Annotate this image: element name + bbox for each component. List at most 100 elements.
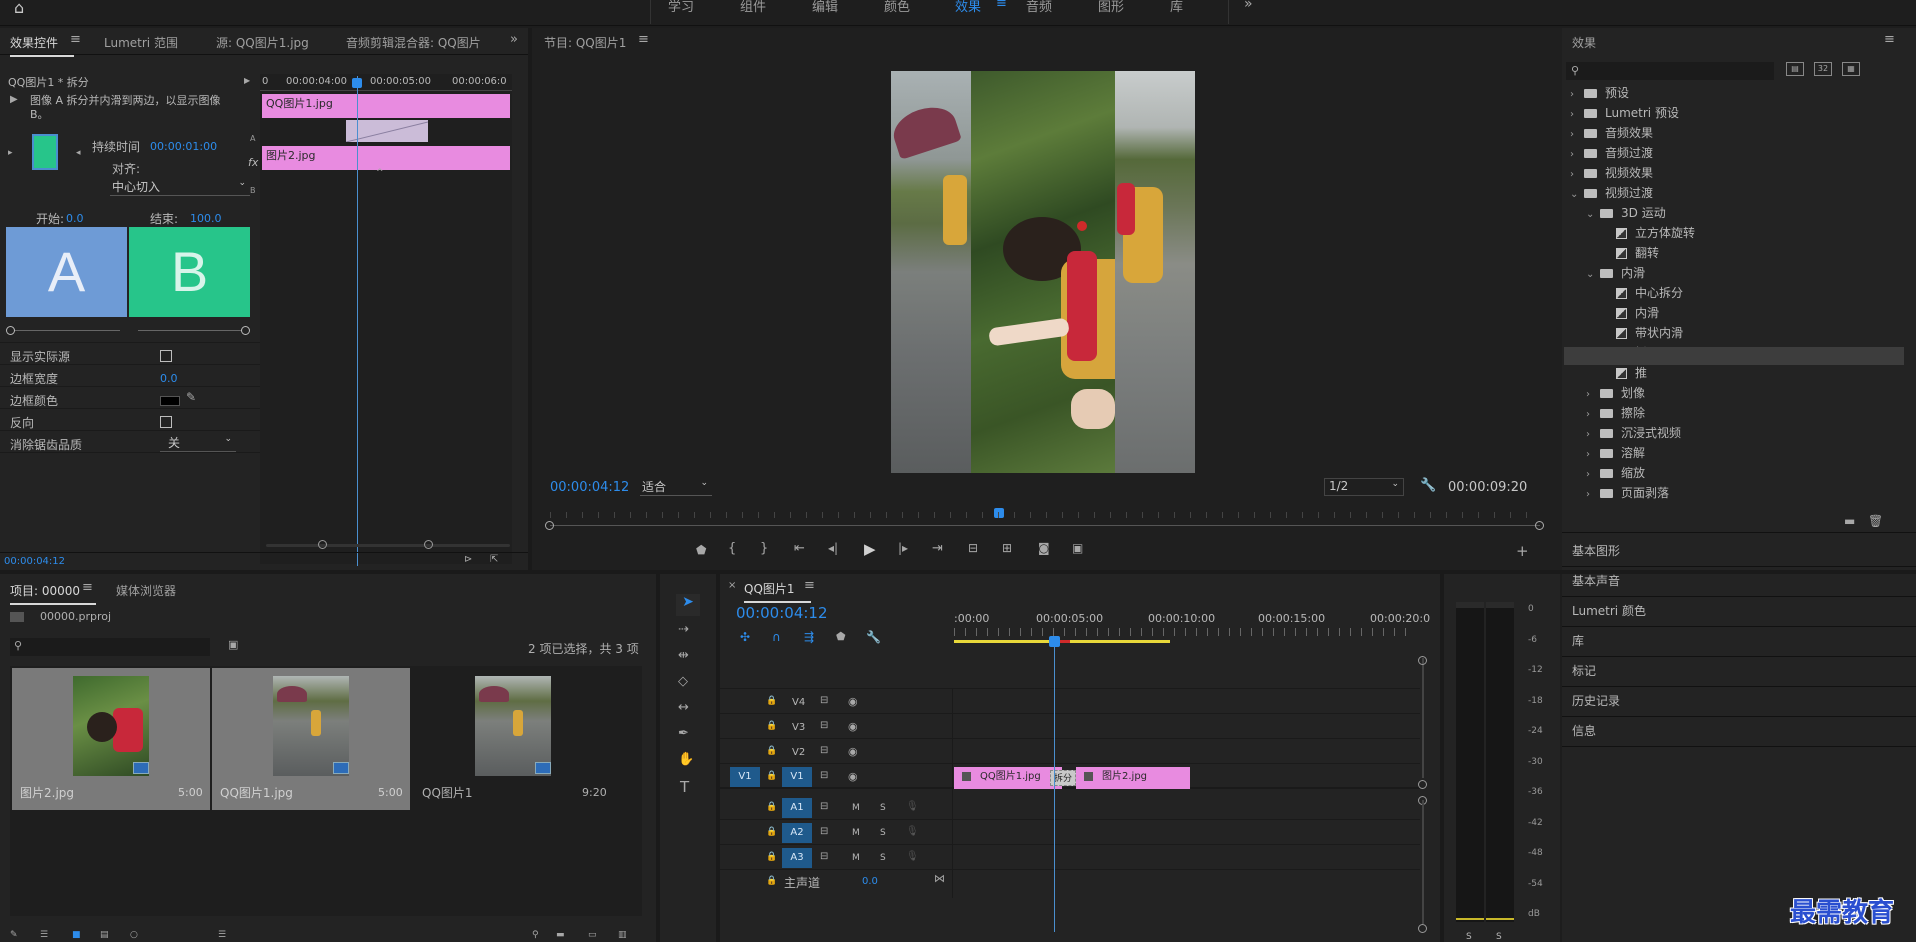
mini-playhead-head[interactable] [352,78,362,88]
sync-lock-icon[interactable]: ⊟ [820,695,828,706]
microphone-icon[interactable]: 🎙 [906,851,919,862]
workspace-tab-editing[interactable]: 编辑 [812,0,838,15]
tab-effect-controls[interactable]: 效果控件 [10,34,75,57]
master-value[interactable]: 0.0 [862,876,878,887]
icon-view-icon[interactable]: ■ [72,930,81,940]
add-button-icon[interactable]: + [1516,542,1529,560]
start-slider[interactable] [10,330,120,331]
wrench-icon[interactable]: 🔧 [1420,478,1436,493]
freeform-view-icon[interactable]: ▤ [100,930,109,940]
step-back-icon[interactable]: ◂| [828,541,838,555]
pen-tool-icon[interactable]: ✒ [678,726,689,741]
program-scrubber[interactable] [550,525,1540,526]
zoom-icon[interactable]: ○ [130,930,138,940]
nest-icon[interactable]: ✣ [740,630,750,644]
eye-icon[interactable]: ◉ [848,720,858,733]
side-libraries[interactable]: 库 [1572,632,1584,649]
effects-tree-item[interactable]: › 沉浸式视频 [1586,424,1681,441]
align-select[interactable]: 中心切入 ⌄ [110,178,250,196]
mini-zoom-handle-right[interactable] [424,540,433,549]
more-workspaces-icon[interactable]: » [1244,0,1253,12]
workspace-tab-graphics[interactable]: 图形 [1098,0,1124,15]
mark-out-icon[interactable]: } [760,541,768,556]
sync-lock-icon[interactable]: ⊟ [820,851,828,862]
effects-tree-item[interactable]: › 页面剥落 [1586,484,1669,501]
new-item-icon[interactable]: ▭ [588,930,597,940]
panel-menu-icon[interactable]: ≡ [804,578,815,593]
scrubber-out-handle[interactable] [1535,521,1544,530]
effects-tree-item[interactable]: ⌄ 3D 运动 [1586,204,1666,221]
home-icon[interactable]: ⌂ [14,0,24,17]
eye-icon[interactable]: ◉ [848,770,858,783]
effects-search-input[interactable]: ⚲ [1566,62,1774,80]
effects-tree-item[interactable]: › 音频效果 [1570,124,1653,141]
play-icon[interactable]: ▶ [864,540,876,558]
effects-tree-item[interactable]: › 擦除 [1586,404,1645,421]
sync-lock-icon[interactable]: ⊟ [820,745,828,756]
end-slider-handle[interactable] [241,326,250,335]
sync-lock-icon[interactable]: ⊟ [820,720,828,731]
workspace-tab-assembly[interactable]: 组件 [740,0,766,15]
lock-icon[interactable]: 🔒 [766,802,777,812]
antialias-select[interactable]: 关 ⌄ [160,434,236,452]
chevron-down-icon[interactable]: ⌄ [1586,269,1596,280]
effect-controls-timecode[interactable]: 00:00:04:12 [4,556,65,567]
yuv-effects-icon[interactable]: ▦ [1842,62,1860,76]
timeline-clip-pic2[interactable]: 图片2.jpg [1076,767,1190,789]
workspace-tab-libraries[interactable]: 库 [1170,0,1183,15]
collapse-arrow-icon[interactable]: ▸ [8,148,13,158]
new-bin-icon[interactable]: ▬ [556,930,565,940]
ripple-edit-tool-icon[interactable]: ⇹ [678,648,689,663]
track-target-a3[interactable]: A3 [782,848,812,868]
master-go-end-icon[interactable]: ⋈ [934,872,945,885]
play-transition-icon[interactable]: ▶ [10,94,18,105]
scroll-handle[interactable] [1418,656,1427,665]
show-actual-sources-checkbox[interactable] [160,350,172,362]
selection-tool-icon[interactable]: ➤ [676,594,700,616]
go-to-in-icon[interactable]: ⇤ [794,541,805,556]
workspace-tab-color[interactable]: 颜色 [884,0,910,15]
lift-icon[interactable]: ⊟ [968,541,978,555]
scrubber-in-handle[interactable] [545,521,554,530]
project-item-1[interactable]: 图片2.jpg 5:00 [12,668,210,810]
effects-tree-item[interactable]: 中心拆分 [1602,284,1683,301]
resolution-select[interactable]: 1/2 ⌄ [1324,478,1404,496]
tab-audio-clip-mixer[interactable]: 音频剪辑混合器: QQ图片 [346,34,481,51]
chevron-right-icon[interactable]: › [1570,89,1580,100]
duration-value[interactable]: 00:00:01:00 [150,140,217,153]
effects-tree-item[interactable]: 立方体旋转 [1602,224,1695,241]
project-item-3[interactable]: QQ图片1 9:20 [412,668,610,810]
workspace-tab-audio[interactable]: 音频 [1026,0,1052,15]
tab-media-browser[interactable]: 媒体浏览器 [116,582,176,599]
scroll-handle[interactable] [1418,924,1427,933]
hand-tool-icon[interactable]: ✋ [678,752,694,767]
add-marker-icon[interactable]: ⬟ [836,630,846,643]
chevron-right-icon[interactable]: › [1570,169,1580,180]
scroll-handle[interactable] [1418,780,1427,789]
find-icon[interactable]: ▣ [228,638,238,651]
vertical-scroll-audio[interactable] [1422,800,1424,924]
settings-wrench-icon[interactable]: 🔧 [866,630,881,644]
effects-tree-item[interactable]: › 预设 [1570,84,1629,101]
side-history[interactable]: 历史记录 [1572,692,1620,709]
razor-tool-icon[interactable]: ◇ [678,674,688,689]
export-icon[interactable]: ⇱ [490,554,498,565]
workspace-tab-effects[interactable]: 效果 [955,0,981,15]
end-slider[interactable] [138,330,246,331]
find-icon[interactable]: ⚲ [532,930,539,940]
effects-tree-item[interactable]: 翻转 [1602,244,1659,261]
mute-button[interactable]: M [852,803,860,813]
thumb-arrow-icon[interactable]: ◂ [76,148,81,158]
track-target-a2[interactable]: A2 [782,823,812,843]
track-target-a1[interactable]: A1 [782,798,812,818]
lock-icon[interactable]: 🔒 [766,771,777,781]
effects-tree-item[interactable]: › 划像 [1586,384,1645,401]
mini-clip-a[interactable]: QQ图片1.jpg [262,94,510,118]
border-color-swatch[interactable] [160,396,180,406]
effects-tree-item[interactable]: › 溶解 [1586,444,1645,461]
chevron-right-icon[interactable]: › [1570,109,1580,120]
effects-tree-item[interactable]: ⌄ 内滑 [1586,264,1645,281]
close-icon[interactable]: × [728,580,736,591]
trash-icon[interactable]: ▥ [618,930,627,940]
side-essential-sound[interactable]: 基本声音 [1572,572,1620,589]
